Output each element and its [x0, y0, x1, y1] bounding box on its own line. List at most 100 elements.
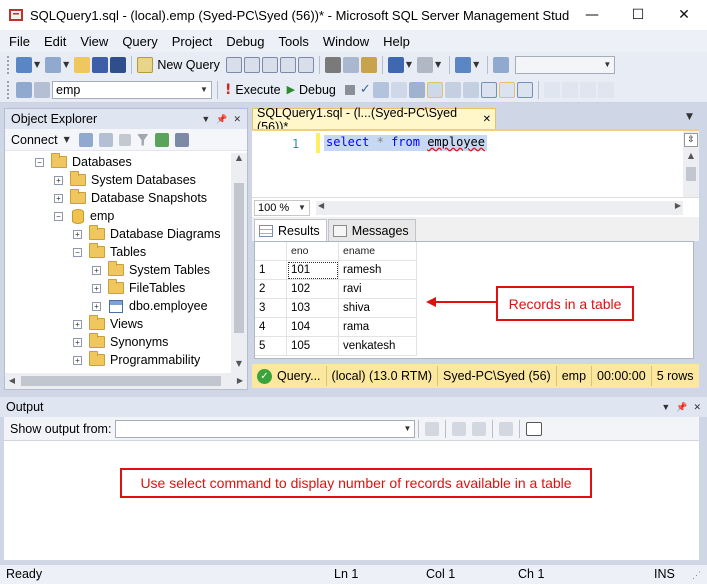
menu-debug[interactable]: Debug	[219, 34, 271, 49]
row-number[interactable]: 4	[255, 318, 287, 337]
scroll-left-icon[interactable]: ◀	[5, 373, 19, 389]
results-to-file-icon[interactable]	[516, 81, 533, 98]
table-cell[interactable]: rama	[339, 318, 417, 337]
panel-menu-icon[interactable]: ▼	[661, 402, 670, 413]
save-all-icon[interactable]	[110, 56, 127, 73]
tree-node[interactable]: + FileTables	[92, 279, 185, 297]
expand-icon[interactable]: +	[92, 301, 101, 311]
menu-project[interactable]: Project	[165, 34, 219, 49]
results-to-text-icon[interactable]	[480, 81, 497, 98]
resize-grip-icon[interactable]: ⋰	[692, 570, 701, 581]
minimize-button[interactable]: —	[569, 0, 615, 30]
close-icon[interactable]: ✕	[233, 114, 241, 125]
execute-button[interactable]: Execute	[235, 83, 280, 97]
include-plan-icon[interactable]	[426, 81, 443, 98]
close-icon[interactable]: ✕	[693, 402, 701, 413]
tree-node[interactable]: − emp	[54, 207, 114, 225]
dmx-query-icon[interactable]	[243, 56, 260, 73]
close-tab-icon[interactable]: ✕	[483, 114, 495, 125]
expand-icon[interactable]: +	[54, 175, 63, 185]
word-wrap-icon[interactable]	[526, 421, 543, 436]
pin-icon[interactable]: 📌	[676, 402, 687, 413]
connect-server-icon[interactable]	[78, 132, 93, 147]
tab-messages[interactable]: Messages	[327, 219, 416, 241]
expand-icon[interactable]: +	[73, 337, 82, 347]
stop-icon[interactable]	[344, 84, 355, 95]
analysis-query-icon[interactable]	[297, 56, 314, 73]
row-number[interactable]: 5	[255, 337, 287, 356]
table-cell[interactable]: 104	[287, 318, 339, 337]
scroll-left-icon[interactable]: ◀	[318, 201, 324, 210]
activity-monitor-icon[interactable]	[493, 56, 510, 73]
table-cell[interactable]: shiva	[339, 299, 417, 318]
row-number[interactable]: 2	[255, 280, 287, 299]
parse-check-icon[interactable]: ✓	[360, 82, 371, 97]
solution-config-dropdown[interactable]: ▼	[515, 55, 616, 74]
execute-icon[interactable]: !	[225, 82, 231, 98]
collapse-icon[interactable]: −	[35, 157, 44, 167]
table-cell[interactable]: venkatesh	[339, 337, 417, 356]
collapse-icon[interactable]: −	[54, 211, 63, 221]
scroll-down-icon[interactable]: ▼	[231, 359, 247, 373]
expand-icon[interactable]: +	[92, 265, 101, 275]
previous-message-icon[interactable]	[452, 421, 467, 436]
chevron-down-icon[interactable]: ▼	[435, 60, 441, 69]
navigate-back-icon[interactable]	[455, 56, 472, 73]
display-plan-icon[interactable]	[372, 81, 389, 98]
sql-code-line[interactable]: select * from employee	[324, 135, 487, 151]
table-cell[interactable]: ravi	[339, 280, 417, 299]
filter-icon[interactable]	[136, 133, 149, 146]
scroll-right-icon[interactable]: ▶	[675, 201, 681, 210]
table-cell[interactable]: 103	[287, 299, 339, 318]
scroll-thumb[interactable]	[21, 376, 221, 386]
save-icon[interactable]	[92, 56, 109, 73]
menu-help[interactable]: Help	[376, 34, 417, 49]
new-query-button[interactable]: New Query	[157, 58, 220, 72]
close-button[interactable]: ✕	[661, 0, 707, 30]
maximize-button[interactable]: ☐	[615, 0, 661, 30]
tab-results[interactable]: Results	[254, 219, 327, 241]
new-query-icon[interactable]	[137, 56, 154, 73]
menu-edit[interactable]: Edit	[37, 34, 73, 49]
stop-icon[interactable]	[118, 133, 131, 146]
outdent-icon[interactable]	[579, 81, 596, 98]
scroll-up-icon[interactable]: ▲	[683, 151, 699, 163]
cut-icon[interactable]	[324, 56, 341, 73]
row-number[interactable]: 1	[255, 261, 287, 280]
grid-corner[interactable]	[255, 242, 287, 261]
show-output-dropdown[interactable]: ▼	[115, 419, 416, 438]
refresh-icon[interactable]	[154, 132, 169, 147]
available-databases-dropdown[interactable]: emp ▼	[52, 80, 212, 99]
chevron-down-icon[interactable]: ▼	[473, 60, 479, 69]
client-stats-icon[interactable]	[462, 81, 479, 98]
next-message-icon[interactable]	[472, 421, 487, 436]
scroll-thumb[interactable]	[234, 183, 244, 333]
live-stats-icon[interactable]	[444, 81, 461, 98]
row-number[interactable]: 3	[255, 299, 287, 318]
debug-play-icon[interactable]: ▶	[287, 83, 295, 96]
chevron-down-icon[interactable]: ▼	[63, 60, 69, 69]
undo-icon[interactable]	[387, 56, 404, 73]
expand-icon[interactable]: +	[73, 355, 82, 365]
chevron-down-icon[interactable]: ▼	[406, 60, 412, 69]
editor-vertical-scrollbar[interactable]: ⇳ ▲	[683, 131, 699, 197]
oe-horizontal-scrollbar[interactable]: ◀ ▶	[5, 373, 247, 389]
menu-tools[interactable]: Tools	[272, 34, 316, 49]
connect-icon[interactable]	[16, 81, 32, 98]
menu-window[interactable]: Window	[316, 34, 376, 49]
tree-node[interactable]: + System Tables	[92, 261, 210, 279]
change-connection-icon[interactable]	[34, 81, 50, 98]
scroll-thumb[interactable]	[686, 167, 696, 181]
find-message-icon[interactable]	[425, 421, 440, 436]
table-cell[interactable]: 105	[287, 337, 339, 356]
das-query-icon[interactable]	[279, 56, 296, 73]
query-designer-icon[interactable]	[390, 81, 407, 98]
new-project-icon[interactable]	[45, 56, 62, 73]
tree-node[interactable]: − Databases	[35, 153, 132, 171]
menu-view[interactable]: View	[73, 34, 115, 49]
scroll-right-icon[interactable]: ▶	[233, 373, 247, 389]
indent-icon[interactable]	[597, 81, 614, 98]
tab-sqlquery1[interactable]: SQLQuery1.sql - (l...(Syed-PC\Syed (56))…	[252, 106, 496, 134]
tree-node[interactable]: + Database Diagrams	[73, 225, 220, 243]
menu-file[interactable]: File	[2, 34, 37, 49]
